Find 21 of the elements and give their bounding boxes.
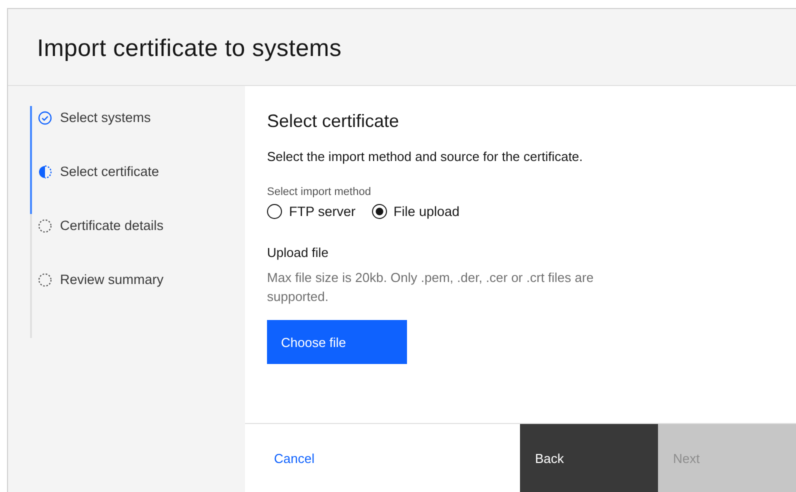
step-label[interactable]: Select certificate xyxy=(60,164,160,179)
choose-file-button[interactable]: Choose file xyxy=(267,320,407,364)
dashed-circle-icon xyxy=(38,273,52,287)
step-label[interactable]: Certificate details xyxy=(60,218,164,233)
description-text: Select the import method and source for the certificate. xyxy=(267,149,584,164)
upload-title: Upload file xyxy=(267,245,330,260)
window-title: Import certificate to systems xyxy=(37,35,343,63)
step-label[interactable]: Select systems xyxy=(60,110,151,125)
back-button[interactable]: Back xyxy=(520,424,658,492)
checkmark-circle-icon xyxy=(38,111,52,125)
radio-button[interactable] xyxy=(267,204,282,219)
cancel-link[interactable]: Cancel xyxy=(274,451,314,466)
section-heading: Select certificate xyxy=(267,111,400,132)
step-label[interactable]: Review summary xyxy=(60,272,164,287)
half-filled-circle-icon xyxy=(38,165,52,179)
dashed-circle-icon xyxy=(38,219,52,233)
help-text: Max file size is 20kb. Only .pem, .der, .cer or .crt files are supported. xyxy=(267,269,595,306)
radio-label[interactable]: File upload xyxy=(394,204,460,219)
field-label: Select import method xyxy=(267,186,372,198)
radio-button[interactable] xyxy=(372,204,387,219)
radio-label[interactable]: FTP server xyxy=(289,204,356,219)
